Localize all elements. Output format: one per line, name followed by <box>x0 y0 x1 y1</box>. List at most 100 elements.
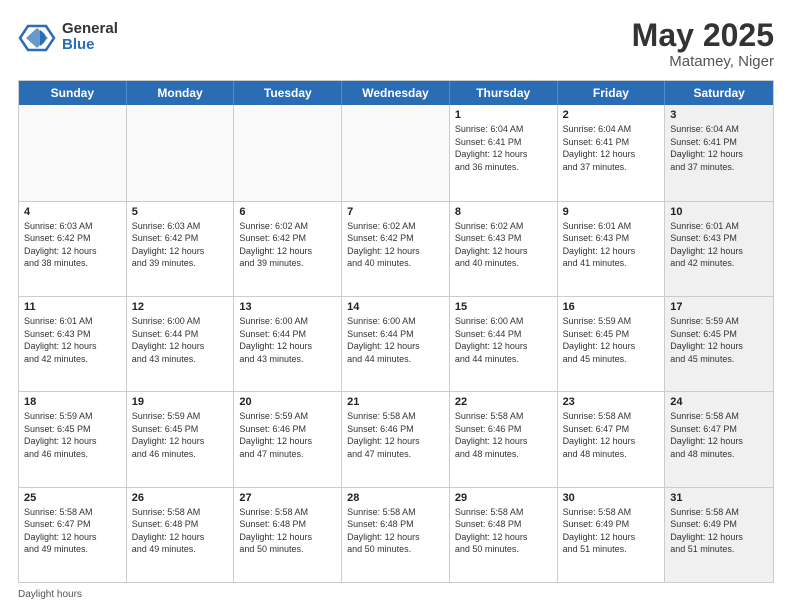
day-number: 13 <box>239 301 336 313</box>
day-info: Sunrise: 6:01 AM Sunset: 6:43 PM Dayligh… <box>24 315 121 365</box>
cal-cell-empty-0 <box>19 105 127 200</box>
day-info: Sunrise: 6:01 AM Sunset: 6:43 PM Dayligh… <box>563 220 660 270</box>
logo-icon <box>18 18 56 56</box>
day-number: 26 <box>132 492 229 504</box>
cal-cell-28: 28 Sunrise: 5:58 AM Sunset: 6:48 PM Dayli… <box>342 488 450 582</box>
cal-cell-10: 10 Sunrise: 6:01 AM Sunset: 6:43 PM Dayli… <box>665 202 773 296</box>
day-info: Sunrise: 5:58 AM Sunset: 6:47 PM Dayligh… <box>24 506 121 556</box>
cal-cell-20: 20Sunrise: 5:59 AM Sunset: 6:46 PM Dayli… <box>234 392 342 486</box>
cal-cell-17: 17 Sunrise: 5:59 AM Sunset: 6:45 PM Dayli… <box>665 297 773 391</box>
day-number: 10 <box>670 206 768 218</box>
calendar-header: SundayMondayTuesdayWednesdayThursdayFrid… <box>19 81 773 105</box>
calendar-body: 1Sunrise: 6:04 AM Sunset: 6:41 PM Daylig… <box>19 105 773 582</box>
day-number: 30 <box>563 492 660 504</box>
day-number: 28 <box>347 492 444 504</box>
cal-cell-12: 12 Sunrise: 6:00 AM Sunset: 6:44 PM Dayli… <box>127 297 235 391</box>
cal-cell-30: 30 Sunrise: 5:58 AM Sunset: 6:49 PM Dayli… <box>558 488 666 582</box>
day-number: 23 <box>563 396 660 408</box>
cal-cell-6: 6Sunrise: 6:02 AM Sunset: 6:42 PM Daylig… <box>234 202 342 296</box>
cal-cell-2: 2 Sunrise: 6:04 AM Sunset: 6:41 PM Daylig… <box>558 105 666 200</box>
day-number: 17 <box>670 301 768 313</box>
day-info: Sunrise: 6:00 AM Sunset: 6:44 PM Dayligh… <box>132 315 229 365</box>
day-info: Sunrise: 5:58 AM Sunset: 6:49 PM Dayligh… <box>563 506 660 556</box>
header-cell-wednesday: Wednesday <box>342 81 450 105</box>
day-info: Sunrise: 6:00 AM Sunset: 6:44 PM Dayligh… <box>455 315 552 365</box>
cal-cell-25: 25 Sunrise: 5:58 AM Sunset: 6:47 PM Dayli… <box>19 488 127 582</box>
day-info: Sunrise: 5:58 AM Sunset: 6:48 PM Dayligh… <box>239 506 336 556</box>
day-info: Sunrise: 5:59 AM Sunset: 6:45 PM Dayligh… <box>132 410 229 460</box>
day-info: Sunrise: 5:58 AM Sunset: 6:49 PM Dayligh… <box>670 506 768 556</box>
logo-text: General Blue <box>62 21 118 54</box>
day-info: Sunrise: 5:58 AM Sunset: 6:47 PM Dayligh… <box>563 410 660 460</box>
day-info: Sunrise: 6:04 AM Sunset: 6:41 PM Dayligh… <box>563 123 660 173</box>
day-info: Sunrise: 6:03 AM Sunset: 6:42 PM Dayligh… <box>132 220 229 270</box>
header-cell-saturday: Saturday <box>665 81 773 105</box>
day-info: Sunrise: 6:00 AM Sunset: 6:44 PM Dayligh… <box>239 315 336 365</box>
footer-note: Daylight hours <box>18 589 774 600</box>
day-number: 15 <box>455 301 552 313</box>
day-number: 19 <box>132 396 229 408</box>
title-block: May 2025 Matamey, Niger <box>632 18 774 70</box>
cal-cell-31: 31 Sunrise: 5:58 AM Sunset: 6:49 PM Dayli… <box>665 488 773 582</box>
day-number: 22 <box>455 396 552 408</box>
cal-cell-14: 14 Sunrise: 6:00 AM Sunset: 6:44 PM Dayli… <box>342 297 450 391</box>
day-info: Sunrise: 6:02 AM Sunset: 6:42 PM Dayligh… <box>347 220 444 270</box>
day-number: 20 <box>239 396 336 408</box>
day-number: 24 <box>670 396 768 408</box>
day-info: Sunrise: 6:03 AM Sunset: 6:42 PM Dayligh… <box>24 220 121 270</box>
cal-cell-18: 18Sunrise: 5:59 AM Sunset: 6:45 PM Dayli… <box>19 392 127 486</box>
day-info: Sunrise: 6:02 AM Sunset: 6:43 PM Dayligh… <box>455 220 552 270</box>
day-number: 5 <box>132 206 229 218</box>
day-number: 12 <box>132 301 229 313</box>
header: General Blue May 2025 Matamey, Niger <box>18 18 774 70</box>
cal-cell-8: 8 Sunrise: 6:02 AM Sunset: 6:43 PM Daylig… <box>450 202 558 296</box>
cal-cell-1: 1Sunrise: 6:04 AM Sunset: 6:41 PM Daylig… <box>450 105 558 200</box>
day-number: 14 <box>347 301 444 313</box>
cal-cell-empty-1 <box>127 105 235 200</box>
logo: General Blue <box>18 18 118 56</box>
day-number: 8 <box>455 206 552 218</box>
cal-cell-13: 13 Sunrise: 6:00 AM Sunset: 6:44 PM Dayli… <box>234 297 342 391</box>
cal-cell-29: 29Sunrise: 5:58 AM Sunset: 6:48 PM Dayli… <box>450 488 558 582</box>
cal-cell-empty-2 <box>234 105 342 200</box>
day-number: 9 <box>563 206 660 218</box>
cal-cell-27: 27 Sunrise: 5:58 AM Sunset: 6:48 PM Dayli… <box>234 488 342 582</box>
week-row-5: 25 Sunrise: 5:58 AM Sunset: 6:47 PM Dayli… <box>19 487 773 582</box>
header-cell-thursday: Thursday <box>450 81 558 105</box>
cal-cell-23: 23 Sunrise: 5:58 AM Sunset: 6:47 PM Dayli… <box>558 392 666 486</box>
day-number: 21 <box>347 396 444 408</box>
day-number: 27 <box>239 492 336 504</box>
day-info: Sunrise: 5:59 AM Sunset: 6:45 PM Dayligh… <box>670 315 768 365</box>
month-title: May 2025 <box>632 18 774 53</box>
day-info: Sunrise: 5:58 AM Sunset: 6:46 PM Dayligh… <box>347 410 444 460</box>
day-info: Sunrise: 6:01 AM Sunset: 6:43 PM Dayligh… <box>670 220 768 270</box>
day-info: Sunrise: 5:59 AM Sunset: 6:45 PM Dayligh… <box>24 410 121 460</box>
day-number: 31 <box>670 492 768 504</box>
cal-cell-5: 5 Sunrise: 6:03 AM Sunset: 6:42 PM Daylig… <box>127 202 235 296</box>
cal-cell-7: 7 Sunrise: 6:02 AM Sunset: 6:42 PM Daylig… <box>342 202 450 296</box>
day-number: 7 <box>347 206 444 218</box>
header-cell-monday: Monday <box>127 81 235 105</box>
day-number: 11 <box>24 301 121 313</box>
day-number: 2 <box>563 109 660 121</box>
week-row-3: 11 Sunrise: 6:01 AM Sunset: 6:43 PM Dayli… <box>19 296 773 391</box>
cal-cell-empty-3 <box>342 105 450 200</box>
day-number: 25 <box>24 492 121 504</box>
day-number: 6 <box>239 206 336 218</box>
week-row-2: 4Sunrise: 6:03 AM Sunset: 6:42 PM Daylig… <box>19 201 773 296</box>
header-cell-sunday: Sunday <box>19 81 127 105</box>
cal-cell-19: 19 Sunrise: 5:59 AM Sunset: 6:45 PM Dayli… <box>127 392 235 486</box>
cal-cell-24: 24Sunrise: 5:58 AM Sunset: 6:47 PM Dayli… <box>665 392 773 486</box>
logo-general-text: General <box>62 21 118 38</box>
week-row-1: 1Sunrise: 6:04 AM Sunset: 6:41 PM Daylig… <box>19 105 773 200</box>
cal-cell-9: 9 Sunrise: 6:01 AM Sunset: 6:43 PM Daylig… <box>558 202 666 296</box>
cal-cell-22: 22Sunrise: 5:58 AM Sunset: 6:46 PM Dayli… <box>450 392 558 486</box>
day-info: Sunrise: 5:59 AM Sunset: 6:45 PM Dayligh… <box>563 315 660 365</box>
header-cell-tuesday: Tuesday <box>234 81 342 105</box>
cal-cell-11: 11 Sunrise: 6:01 AM Sunset: 6:43 PM Dayli… <box>19 297 127 391</box>
day-info: Sunrise: 6:04 AM Sunset: 6:41 PM Dayligh… <box>455 123 552 173</box>
day-info: Sunrise: 5:58 AM Sunset: 6:48 PM Dayligh… <box>347 506 444 556</box>
day-number: 16 <box>563 301 660 313</box>
logo-blue-text: Blue <box>62 37 118 54</box>
day-info: Sunrise: 6:00 AM Sunset: 6:44 PM Dayligh… <box>347 315 444 365</box>
